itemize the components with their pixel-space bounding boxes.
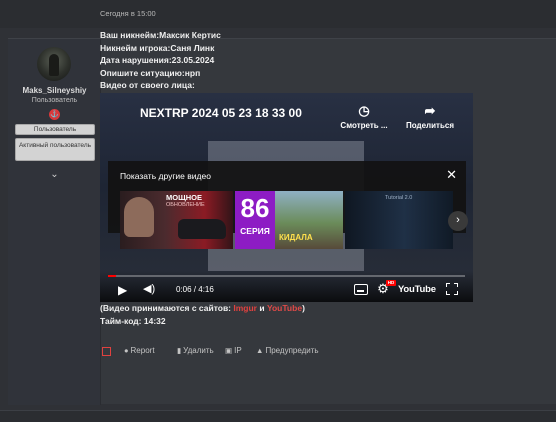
avatar[interactable] <box>37 47 71 81</box>
share-button[interactable]: ➦ Поделиться <box>402 101 458 130</box>
video-title[interactable]: NEXTRP 2024 05 23 18 33 00 <box>140 106 302 120</box>
player-controls: ▶ ◀) 0:06 / 4:16 ⚙ HD YouTube <box>100 271 473 302</box>
play-icon[interactable]: ▶ <box>118 283 130 297</box>
time-display: 0:06 / 4:16 <box>176 285 214 294</box>
delete-button[interactable]: ▮ Удалить <box>177 346 214 355</box>
video-thumbnail[interactable]: МОЩНОЕ ОБНОВЛЕНИЕ <box>120 191 233 249</box>
post-line-video: Видео от своего лица: <box>100 80 195 91</box>
subtitles-icon[interactable] <box>354 284 368 295</box>
role-badge-active-user: Активный пользователь <box>15 138 95 161</box>
volume-icon[interactable]: ◀) <box>143 282 157 296</box>
post-date[interactable]: Сегодня в 15:00 <box>100 9 156 18</box>
trash-icon: ▮ <box>177 346 182 355</box>
select-checkbox[interactable] <box>102 347 111 356</box>
clock-icon: ◷ <box>358 103 370 118</box>
next-post-edge <box>0 410 556 422</box>
author-panel: Maks_Silneyshiy Пользователь ⚓ Пользоват… <box>8 39 101 405</box>
chevron-right-icon[interactable]: › <box>448 211 468 231</box>
share-icon: ➦ <box>424 103 436 118</box>
progress-fill <box>108 275 117 277</box>
warn-button[interactable]: ▲ Предупредить <box>256 346 319 355</box>
progress-bar[interactable] <box>108 275 465 277</box>
more-videos-panel: Показать другие видео ✕ МОЩНОЕ ОБНОВЛЕНИ… <box>108 161 468 249</box>
close-icon[interactable]: ✕ <box>446 167 457 183</box>
alert-icon: ● <box>124 346 129 355</box>
author-username[interactable]: Maks_Silneyshiy <box>8 86 101 95</box>
share-label: Поделиться <box>405 121 454 130</box>
more-videos-title: Показать другие видео <box>120 171 211 181</box>
thumbnail-caption: КИДАЛА <box>279 233 313 242</box>
youtube-embed[interactable]: NEXTRP 2024 05 23 18 33 00 ◷ Смотреть ..… <box>100 93 473 302</box>
watch-later-label: Смотреть ... <box>340 121 388 130</box>
post-footer-text: (Видео принимаются с сайтов: Imgur и You… <box>100 302 305 327</box>
thumbnail-series: СЕРИЯ <box>240 226 270 236</box>
youtube-logo[interactable]: YouTube <box>398 284 436 295</box>
youtube-link[interactable]: YouTube <box>267 303 302 313</box>
post-line-situation: Опишите ситуацию:нрп <box>100 67 201 78</box>
thumbnail-title: МОЩНОЕ <box>166 193 202 202</box>
report-button[interactable]: ● Report <box>124 346 155 355</box>
imgur-link[interactable]: Imgur <box>233 303 257 313</box>
ip-button[interactable]: ▣ IP <box>225 346 242 355</box>
post-body: Ваш никнейм:Максик Кертис Никнейм игрока… <box>100 29 221 92</box>
video-thumbnail[interactable]: Tutorial 2.0 <box>345 191 453 249</box>
video-sites-note: (Видео принимаются с сайтов: Imgur и You… <box>100 303 305 313</box>
author-title: Пользователь <box>31 97 78 104</box>
fullscreen-icon[interactable] <box>446 283 458 295</box>
watch-later-button[interactable]: ◷ Смотреть ... <box>336 101 392 130</box>
id-card-icon: ▣ <box>225 346 233 355</box>
timecode: Тайм-код: 14:32 <box>100 315 166 326</box>
warning-icon: ▲ <box>256 346 264 355</box>
role-badge-user: Пользователь <box>15 124 95 135</box>
post-line-player: Никнейм игрока:Саня Линк <box>100 42 215 53</box>
top-bar <box>0 0 556 28</box>
thumbnail-number: 86 <box>240 193 270 223</box>
chevron-down-icon[interactable]: ⌄ <box>49 170 60 180</box>
thumbnail-caption: Tutorial 2.0 <box>385 195 413 201</box>
user-badge-icon: ⚓ <box>49 109 60 120</box>
hd-badge: HD <box>386 280 396 286</box>
post-line-nickname: Ваш никнейм:Максик Кертис <box>100 30 221 40</box>
post-line-date: Дата нарушения:23.05.2024 <box>100 55 215 66</box>
thumbnail-subtitle: ОБНОВЛЕНИЕ <box>166 202 205 208</box>
video-thumbnail[interactable]: 86 СЕРИЯ КИДАЛА <box>235 191 343 249</box>
